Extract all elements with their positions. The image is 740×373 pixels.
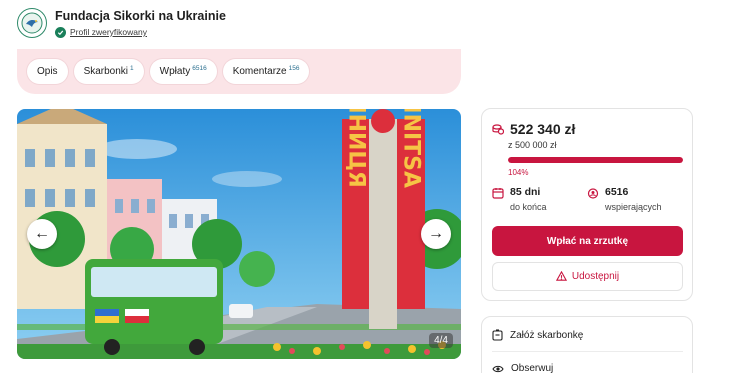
- follow-button[interactable]: Obserwuj: [492, 363, 553, 373]
- follow-label: Obserwuj: [511, 363, 554, 373]
- share-icon: [555, 271, 567, 281]
- carousel-next-button[interactable]: →: [421, 219, 451, 249]
- tab-count: 1: [130, 65, 134, 72]
- verified-link[interactable]: Profil zweryfikowany: [70, 27, 147, 37]
- progress-fill: [508, 157, 683, 163]
- org-logo[interactable]: [17, 8, 47, 38]
- tab-description[interactable]: Opis: [27, 59, 68, 84]
- tab-payments[interactable]: Wpłaty 6516: [149, 59, 217, 84]
- create-piggybank-button[interactable]: Załóż skarbonkę: [492, 329, 583, 341]
- carousel-counter: 4/4: [429, 333, 453, 348]
- donate-button[interactable]: Wpłać na zrzutkę: [492, 226, 683, 256]
- supporters-label: wspierających: [605, 202, 662, 212]
- tab-count: 6516: [192, 65, 207, 72]
- tab-label: Wpłaty: [159, 66, 191, 77]
- sign-left-text: ВІННИЦЯ: [344, 109, 369, 188]
- org-header: Fundacja Sikorki na Ukrainie Profil zwer…: [17, 8, 226, 38]
- verified-badge: Profil zweryfikowany: [55, 26, 226, 38]
- check-icon: [55, 26, 66, 38]
- divider: [492, 351, 683, 352]
- arrow-right-icon: →: [428, 225, 444, 242]
- calendar-icon: [492, 188, 504, 199]
- tab-piggybanks[interactable]: Skarbonki 1: [73, 59, 144, 84]
- raised-amount: 522 340 zł: [510, 121, 576, 137]
- tab-label: Opis: [37, 66, 58, 77]
- raised-row: 522 340 zł: [492, 121, 575, 137]
- days-left-value: 85 dni: [510, 186, 541, 198]
- days-left-label: do końca: [510, 202, 547, 212]
- city-illustration: ВІННИЦЯ VINNITSA: [17, 109, 461, 359]
- supporters-value: 6516: [605, 186, 629, 198]
- coins-icon: [492, 124, 504, 135]
- supporters-stat: 6516 wspierających: [587, 186, 662, 212]
- goal-amount: z 500 000 zł: [508, 140, 557, 150]
- tab-bar: Opis Skarbonki 1 Wpłaty 6516 Komentarze 156: [27, 59, 310, 84]
- carousel-prev-button[interactable]: ←: [27, 219, 57, 249]
- sign-right-text: VINNITSA: [399, 109, 424, 188]
- donation-card: 522 340 zł z 500 000 zł 104% 85 dni do k…: [481, 108, 693, 301]
- progress-percent: 104%: [508, 168, 529, 177]
- eye-icon: [492, 365, 504, 372]
- tab-count: 156: [288, 65, 300, 72]
- fundraiser-page: Fundacja Sikorki na Ukrainie Profil zwer…: [0, 0, 740, 373]
- progress-bar: [508, 157, 683, 163]
- days-left-stat: 85 dni do końca: [492, 186, 547, 212]
- image-carousel[interactable]: ВІННИЦЯ VINNITSA ← → 4/4: [17, 109, 461, 359]
- tab-comments[interactable]: Komentarze 156: [222, 59, 310, 84]
- create-piggybank-label: Załóż skarbonkę: [510, 329, 584, 341]
- actions-card: Załóż skarbonkę Obserwuj: [481, 316, 693, 373]
- org-name[interactable]: Fundacja Sikorki na Ukrainie: [55, 9, 226, 23]
- share-button[interactable]: Udostępnij: [492, 262, 683, 291]
- share-label: Udostępnij: [571, 271, 620, 282]
- tab-label: Skarbonki: [83, 66, 129, 77]
- arrow-left-icon: ←: [34, 225, 50, 242]
- piggybank-icon: [492, 329, 503, 341]
- supporters-icon: [587, 188, 599, 199]
- tab-label: Komentarze: [232, 66, 287, 77]
